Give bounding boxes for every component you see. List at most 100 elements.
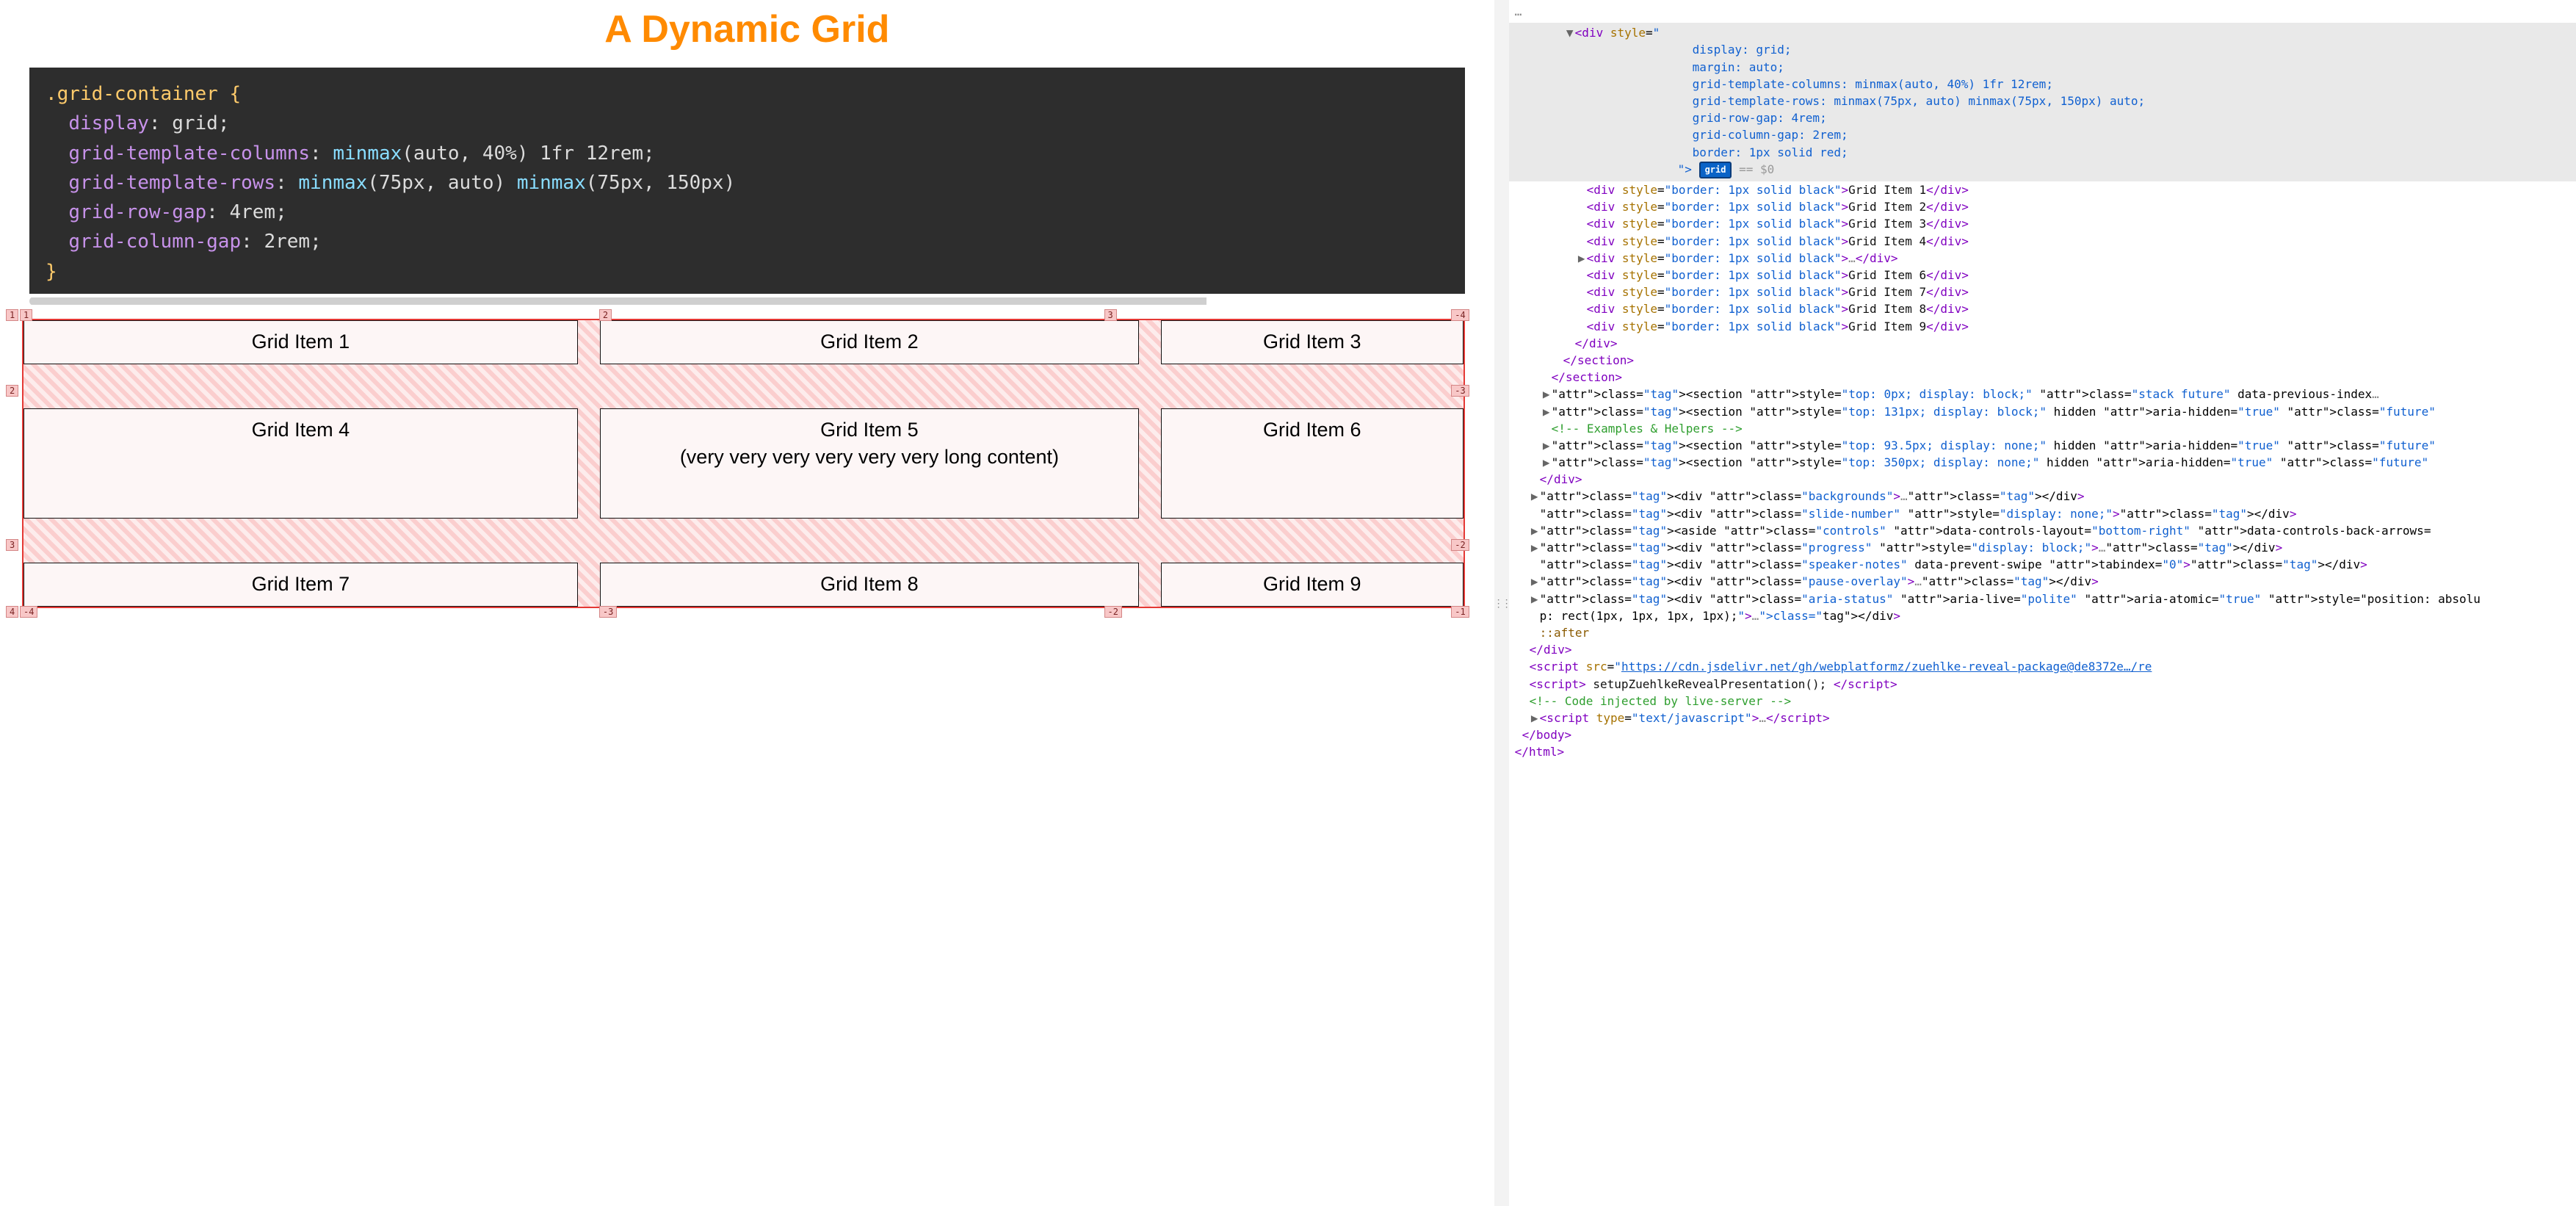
- code-prop: grid-row-gap: [68, 201, 206, 223]
- grid-line-badge: -2: [1104, 606, 1122, 618]
- code-val: grid: [172, 112, 218, 134]
- grid-item[interactable]: Grid Item 1: [23, 320, 578, 364]
- ellipsis-icon[interactable]: ⋯: [1509, 7, 1524, 21]
- dom-node[interactable]: <div style="border: 1px solid black">Gri…: [1509, 267, 2576, 284]
- grid-line-badge: -3: [1451, 385, 1469, 397]
- dom-node[interactable]: ▶"attr">class="tag"><div "attr">class="a…: [1509, 591, 2576, 607]
- code-val: (auto, 40%): [402, 142, 528, 165]
- code-prop: grid-column-gap: [68, 231, 241, 253]
- eq0-indicator: == $0: [1732, 162, 1774, 176]
- dom-node[interactable]: <!-- Examples & Helpers -->: [1509, 420, 2576, 437]
- style-line: margin: auto;: [1693, 60, 1784, 74]
- dom-node[interactable]: <div style="border: 1px solid black">Gri…: [1509, 300, 2576, 317]
- grid-line-badge: 2: [6, 385, 18, 397]
- code-val: (75px, 150px): [586, 172, 736, 194]
- grid-line-badge: 4: [6, 606, 18, 618]
- code-val: 2rem: [264, 231, 310, 253]
- dom-node[interactable]: </body>: [1509, 726, 2576, 743]
- dom-node[interactable]: <div style="border: 1px solid black">Gri…: [1509, 215, 2576, 232]
- dom-node[interactable]: </div>: [1509, 471, 2576, 488]
- dom-node[interactable]: ▶<script type="text/javascript">…</scrip…: [1509, 709, 2576, 726]
- code-fn: minmax: [333, 142, 402, 165]
- grid-item[interactable]: Grid Item 4: [23, 408, 578, 519]
- dom-node[interactable]: <div style="border: 1px solid black">Gri…: [1509, 181, 2576, 198]
- code-fn: minmax: [298, 172, 367, 194]
- page-title: A Dynamic Grid: [0, 7, 1494, 51]
- dom-node[interactable]: ▶"attr">class="tag"><section "attr">styl…: [1509, 437, 2576, 454]
- dom-node[interactable]: ▶"attr">class="tag"><aside "attr">class=…: [1509, 522, 2576, 539]
- dom-node[interactable]: ▶"attr">class="tag"><section "attr">styl…: [1509, 454, 2576, 471]
- grid-item[interactable]: Grid Item 8: [600, 563, 1139, 607]
- grid-container[interactable]: Grid Item 1 Grid Item 2 Grid Item 3 Grid…: [22, 319, 1465, 608]
- twisty-closed-icon[interactable]: ▶: [1541, 403, 1552, 420]
- dom-node[interactable]: "attr">class="tag"><div "attr">class="sl…: [1509, 505, 2576, 522]
- dom-node[interactable]: <div style="border: 1px solid black">Gri…: [1509, 318, 2576, 335]
- grid-item[interactable]: Grid Item 7: [23, 563, 578, 607]
- grid-item[interactable]: Grid Item 5 (very very very very very ve…: [600, 408, 1139, 519]
- twisty-closed-icon[interactable]: ▶: [1577, 250, 1587, 267]
- dom-node[interactable]: ▶"attr">class="tag"><div "attr">class="p…: [1509, 573, 2576, 590]
- dom-node[interactable]: ▶"attr">class="tag"><section "attr">styl…: [1509, 403, 2576, 420]
- twisty-closed-icon[interactable]: ▶: [1530, 539, 1540, 556]
- script-src-link[interactable]: https://cdn.jsdelivr.net/gh/webplatformz…: [1621, 660, 2152, 674]
- grid-line-badge: 3: [6, 539, 18, 551]
- style-line: border: 1px solid red;: [1693, 145, 1848, 159]
- grid-line-badge: -3: [599, 606, 617, 618]
- dom-node[interactable]: </section>: [1509, 369, 2576, 386]
- code-val: (75px, auto): [367, 172, 505, 194]
- code-scrollbar[interactable]: [29, 297, 1465, 306]
- dom-node[interactable]: ▶<div style="border: 1px solid black">…<…: [1509, 250, 2576, 267]
- dom-node[interactable]: </html>: [1509, 743, 2576, 760]
- grid-line-badge: -1: [1451, 606, 1469, 618]
- grid-line-badge: 1: [20, 309, 32, 321]
- slide-pane: A Dynamic Grid .grid-container { display…: [0, 0, 1494, 1206]
- drag-handle-icon: ⋮⋮: [1494, 597, 1510, 610]
- dom-node[interactable]: <div style="border: 1px solid black">Gri…: [1509, 233, 2576, 250]
- grid-preview: Grid Item 1 Grid Item 2 Grid Item 3 Grid…: [22, 319, 1465, 608]
- grid-badge[interactable]: grid: [1699, 162, 1732, 178]
- grid-item[interactable]: Grid Item 9: [1161, 563, 1464, 607]
- grid-item[interactable]: Grid Item 2: [600, 320, 1139, 364]
- dom-node[interactable]: ▶"attr">class="tag"><div "attr">class="b…: [1509, 488, 2576, 505]
- twisty-closed-icon[interactable]: ▶: [1541, 437, 1552, 454]
- twisty-closed-icon[interactable]: ▶: [1530, 591, 1540, 607]
- dom-node-selected[interactable]: ▼<div style=" display: grid; margin: aut…: [1509, 23, 2576, 181]
- dom-node[interactable]: </div>: [1509, 335, 2576, 352]
- dom-node[interactable]: ▶"attr">class="tag"><div "attr">class="p…: [1509, 539, 2576, 556]
- dom-node[interactable]: <!-- Code injected by live-server -->: [1509, 693, 2576, 709]
- grid-line-badge: -4: [20, 606, 37, 618]
- twisty-closed-icon[interactable]: ▶: [1530, 709, 1540, 726]
- grid-item[interactable]: Grid Item 3: [1161, 320, 1464, 364]
- grid-line-badge: 2: [599, 309, 612, 321]
- style-line: grid-template-rows: minmax(75px, auto) m…: [1693, 94, 2146, 108]
- style-line: grid-column-gap: 2rem;: [1693, 128, 1848, 142]
- twisty-closed-icon[interactable]: ▶: [1530, 573, 1540, 590]
- twisty-open-icon[interactable]: ▼: [1565, 24, 1575, 41]
- grid-item[interactable]: Grid Item 6: [1161, 408, 1464, 519]
- dom-node[interactable]: p: rect(1px, 1px, 1px, 1px);">…">class="…: [1509, 607, 2576, 624]
- style-line: display: grid;: [1693, 43, 1792, 57]
- dom-node[interactable]: ::after: [1509, 624, 2576, 641]
- dom-node[interactable]: <div style="border: 1px solid black">Gri…: [1509, 198, 2576, 215]
- dom-node[interactable]: "attr">class="tag"><div "attr">class="sp…: [1509, 556, 2576, 573]
- code-fn: minmax: [517, 172, 586, 194]
- dom-node[interactable]: </div>: [1509, 641, 2576, 658]
- twisty-closed-icon[interactable]: ▶: [1530, 522, 1540, 539]
- dom-node[interactable]: </section>: [1509, 352, 2576, 369]
- twisty-closed-icon[interactable]: ▶: [1541, 386, 1552, 402]
- style-line: grid-template-columns: minmax(auto, 40%)…: [1693, 77, 2053, 91]
- dom-node[interactable]: ▶"attr">class="tag"><section "attr">styl…: [1509, 386, 2576, 402]
- twisty-closed-icon[interactable]: ▶: [1530, 488, 1540, 505]
- style-line: grid-row-gap: 4rem;: [1693, 111, 1827, 125]
- code-close: }: [46, 261, 57, 283]
- code-prop: grid-template-columns: [68, 142, 310, 165]
- grid-line-badge: -4: [1451, 309, 1469, 321]
- dom-node[interactable]: <div style="border: 1px solid black">Gri…: [1509, 284, 2576, 300]
- style-close: ">: [1678, 162, 1692, 176]
- dom-node[interactable]: <script> setupZuehlkeRevealPresentation(…: [1509, 676, 2576, 693]
- dom-node[interactable]: <script src="https://cdn.jsdelivr.net/gh…: [1509, 658, 2576, 675]
- code-selector: .grid-container {: [46, 83, 241, 105]
- pane-divider[interactable]: ⋮⋮: [1494, 0, 1509, 1206]
- twisty-closed-icon[interactable]: ▶: [1541, 454, 1552, 471]
- elements-panel[interactable]: ⋯ ▼<div style=" display: grid; margin: a…: [1509, 0, 2576, 1206]
